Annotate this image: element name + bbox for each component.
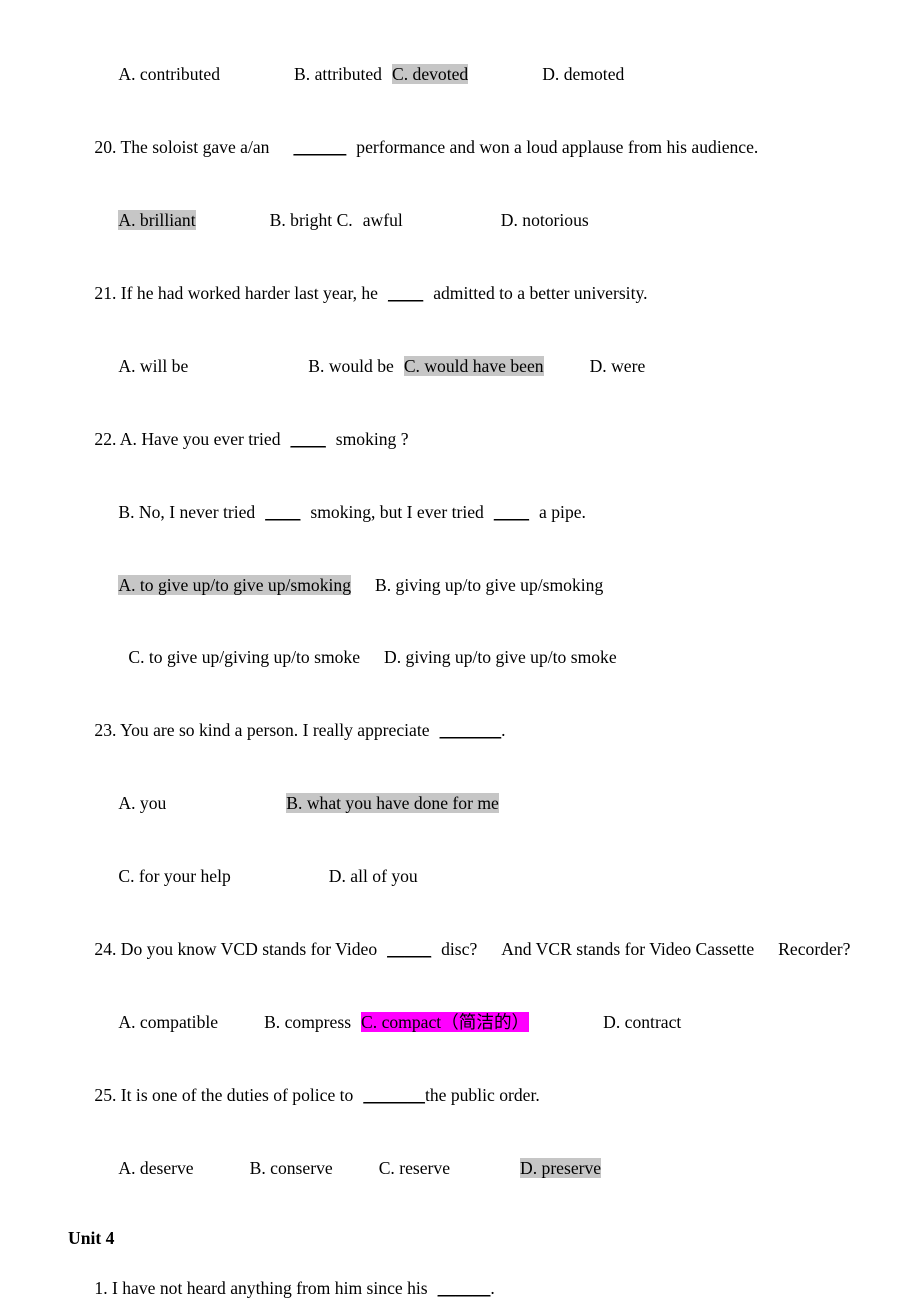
stem-text-post: .: [490, 1277, 495, 1298]
question-22-stem-a: 22. A. Have you ever tried ____ smoking ?: [68, 402, 898, 475]
question-21-stem: 21. If he had worked harder last year, h…: [68, 257, 898, 330]
stem-text-post: disc?: [441, 938, 478, 959]
option-d: D. contract: [603, 1011, 682, 1032]
u4-question-1-stem: 1. I have not heard anything from him si…: [68, 1252, 898, 1302]
question-19-options-row: A. contributed B. attributed C. devoted D. …: [68, 38, 898, 111]
option-b: B. compress: [264, 1011, 352, 1032]
option-d: D. giving up/to give up/to smoke: [384, 647, 617, 668]
stem-text-post: smoking ?: [335, 428, 409, 449]
option-a: A. compatible: [118, 1011, 219, 1032]
question-25-stem: 25. It is one of the duties of police to…: [68, 1058, 898, 1131]
option-b-highlighted: B. what you have done for me: [286, 793, 499, 814]
question-25-options-row: A. deserve B. conserve C. reserve D. preser…: [68, 1131, 898, 1204]
question-23-options-row-2: C. for your help D. all of you: [68, 840, 898, 913]
option-b: B. conserve: [249, 1157, 333, 1178]
option-a: A. you: [118, 793, 167, 814]
stem-text-pre: 21. If he had worked harder last year, h…: [94, 282, 378, 303]
question-23-options-row-1: A. you B. what you have done for me: [68, 767, 898, 840]
answer-blank-2: ____: [493, 501, 530, 522]
stem-text-pre: 23. You are so kind a person. I really a…: [94, 720, 430, 741]
option-b: B. giving up/to give up/smoking: [375, 574, 604, 595]
question-20-stem: 20. The soloist gave a/an ______ performan…: [68, 111, 898, 184]
document-body: A. contributed B. attributed C. devoted D. …: [68, 38, 898, 1302]
option-b: B. attributed: [294, 64, 382, 85]
option-a: A. contributed: [118, 64, 221, 85]
stem-text-pre: 25. It is one of the duties of police to: [94, 1084, 354, 1105]
answer-blank-1: ____: [265, 501, 301, 522]
answer-blank: _______: [439, 720, 502, 741]
question-21-options-row: A. will be B. would be C. would have been D…: [68, 330, 898, 403]
answer-blank: _____: [387, 938, 432, 959]
option-c: C. to give up/giving up/to smoke: [128, 647, 361, 668]
stem-text-post: a pipe.: [539, 501, 586, 522]
option-c-highlighted: C. would have been: [403, 355, 544, 376]
option-c: C. reserve: [378, 1157, 451, 1178]
option-a-highlighted: A. brilliant: [118, 210, 196, 231]
answer-blank: ____: [388, 282, 424, 303]
option-d: D. demoted: [542, 64, 625, 85]
question-23-stem: 23. You are so kind a person. I really a…: [68, 694, 898, 767]
answer-blank: ______: [293, 137, 347, 158]
option-c: C. for your help: [118, 866, 231, 887]
option-d: D. all of you: [328, 866, 418, 887]
question-24-options-row: A. compatible B. compress C. compact（简洁的） D…: [68, 986, 898, 1059]
option-d: D. notorious: [500, 210, 589, 231]
stem-text-pre: B. No, I never tried: [118, 501, 256, 522]
stem-text-post-2: And VCR stands for Video Cassette: [501, 938, 755, 959]
question-22-stem-b: B. No, I never tried ____ smoking, but I e…: [68, 475, 898, 548]
option-c-highlighted: C. devoted: [391, 64, 469, 85]
stem-text-pre: 24. Do you know VCD stands for Video: [94, 938, 378, 959]
stem-text-pre: 22. A. Have you ever tried: [94, 428, 281, 449]
stem-text-pre: 20. The soloist gave a/an: [94, 137, 270, 158]
question-24-stem: 24. Do you know VCD stands for Video ____…: [68, 913, 898, 986]
option-c-highlighted: C. compact（简洁的）: [361, 1011, 530, 1032]
answer-blank: _______: [363, 1084, 425, 1105]
option-a: A. deserve: [118, 1157, 194, 1178]
stem-text-post: performance and won a loud applause from…: [356, 137, 759, 158]
stem-text-mid: smoking, but I ever tried: [310, 501, 484, 522]
document-page: A. contributed B. attributed C. devoted D. …: [0, 0, 920, 1302]
answer-blank: ____: [290, 428, 326, 449]
stem-text-post: admitted to a better university.: [433, 282, 648, 303]
answer-blank: ______: [437, 1277, 491, 1298]
option-b: B. bright C.: [269, 210, 353, 231]
stem-text-pre: 1. I have not heard anything from him si…: [94, 1277, 428, 1298]
unit-4-heading: Unit 4: [68, 1228, 115, 1249]
question-20-options-row: A. brilliant B. bright C. awful D. notoriou…: [68, 184, 898, 257]
option-d: D. were: [589, 355, 646, 376]
option-d-highlighted: D. preserve: [520, 1157, 602, 1178]
stem-text-post-3: Recorder?: [778, 938, 851, 959]
question-22-options-row-1: A. to give up/to give up/smoking B. givin…: [68, 548, 898, 621]
stem-text-post: .: [501, 720, 506, 741]
option-a: A. will be: [118, 355, 189, 376]
option-b: B. would be: [308, 355, 394, 376]
option-a-highlighted: A. to give up/to give up/smoking: [118, 574, 352, 595]
stem-text-post: the public order.: [424, 1084, 540, 1105]
question-22-options-row-2: C. to give up/giving up/to smoke D. givin…: [68, 621, 898, 694]
option-c: awful: [362, 210, 403, 231]
